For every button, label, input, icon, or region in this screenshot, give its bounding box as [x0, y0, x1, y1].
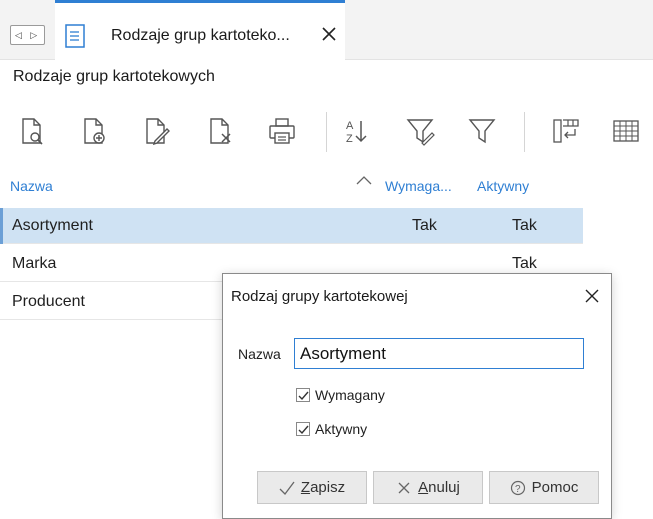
- save-label: Zapisz: [300, 479, 346, 496]
- add-button[interactable]: [74, 110, 114, 152]
- dialog-title: Rodzaj grupy kartotekowej: [231, 288, 408, 305]
- active-label: Aktywny: [315, 421, 368, 437]
- checkbox-box[interactable]: [296, 422, 310, 436]
- cell-active: Tak: [512, 217, 537, 234]
- name-input[interactable]: [294, 338, 584, 369]
- close-icon[interactable]: [320, 25, 338, 43]
- edit-document-icon: [146, 118, 170, 146]
- column-header-name[interactable]: Nazwa: [10, 178, 53, 194]
- print-icon: [269, 118, 295, 144]
- navigation-toggle-button[interactable]: ◁ ▷: [10, 25, 45, 45]
- toolbar-separator: [326, 112, 327, 152]
- help-icon: ?: [510, 480, 526, 496]
- column-chooser-button[interactable]: [546, 110, 586, 152]
- delete-document-icon: [210, 118, 231, 144]
- toolbar-separator: [524, 112, 525, 152]
- required-checkbox[interactable]: Wymagany: [296, 387, 426, 405]
- grid-icon: [613, 120, 639, 142]
- grid-view-button[interactable]: [606, 110, 646, 152]
- column-chooser-icon: [553, 119, 579, 143]
- cancel-button[interactable]: Anuluj: [373, 471, 483, 504]
- help-label: Pomoc: [531, 479, 579, 496]
- cancel-label: Anuluj: [418, 479, 460, 496]
- add-document-icon: [84, 118, 105, 144]
- sort-ascending-icon: [355, 173, 373, 185]
- tab-rodzaje-grup[interactable]: Rodzaje grup kartoteko...: [55, 0, 345, 60]
- cell-required: Tak: [412, 217, 437, 234]
- name-label: Nazwa: [238, 346, 281, 362]
- cell-name: Producent: [12, 293, 85, 310]
- help-button[interactable]: ? Pomoc: [489, 471, 599, 504]
- sort-az-icon: A Z: [346, 120, 367, 145]
- view-document-button[interactable]: [12, 110, 52, 152]
- svg-text:?: ?: [515, 484, 521, 495]
- filter-icon: [468, 119, 496, 144]
- page-title: Rodzaje grup kartotekowych: [13, 68, 215, 85]
- checkbox-box[interactable]: [296, 388, 310, 402]
- delete-button[interactable]: [200, 110, 240, 152]
- edit-button[interactable]: [136, 110, 176, 152]
- required-label: Wymagany: [315, 387, 385, 403]
- filter-edit-button[interactable]: [400, 110, 440, 152]
- active-checkbox[interactable]: Aktywny: [296, 421, 426, 439]
- save-button[interactable]: Zapisz: [257, 471, 367, 504]
- checkmark-icon: [298, 391, 309, 401]
- filter-button[interactable]: [462, 110, 502, 152]
- column-header-active[interactable]: Aktywny: [477, 178, 529, 194]
- tab-strip: ◁ ▷ Rodzaje grup kartoteko...: [0, 0, 653, 60]
- tab-title: Rodzaje grup kartoteko...: [111, 27, 290, 44]
- svg-text:Z: Z: [346, 133, 353, 145]
- checkmark-icon: [279, 480, 295, 496]
- view-document-icon: [22, 118, 43, 145]
- cell-name: Marka: [12, 255, 57, 272]
- cell-active: Tak: [512, 255, 537, 272]
- checkmark-icon: [298, 425, 309, 435]
- close-icon[interactable]: [583, 287, 601, 305]
- cell-name: Asortyment: [12, 217, 93, 234]
- table-row[interactable]: Asortyment Tak Tak: [0, 208, 583, 244]
- print-button[interactable]: [262, 110, 302, 152]
- svg-text:A: A: [346, 120, 354, 132]
- sort-button[interactable]: A Z: [336, 110, 376, 152]
- filter-edit-icon: [406, 119, 435, 146]
- column-header-required[interactable]: Wymaga...: [385, 178, 452, 194]
- close-icon: [396, 480, 412, 496]
- list-view-icon: [65, 24, 85, 48]
- edit-dialog: Rodzaj grupy kartotekowej Nazwa Wymagany…: [222, 273, 612, 519]
